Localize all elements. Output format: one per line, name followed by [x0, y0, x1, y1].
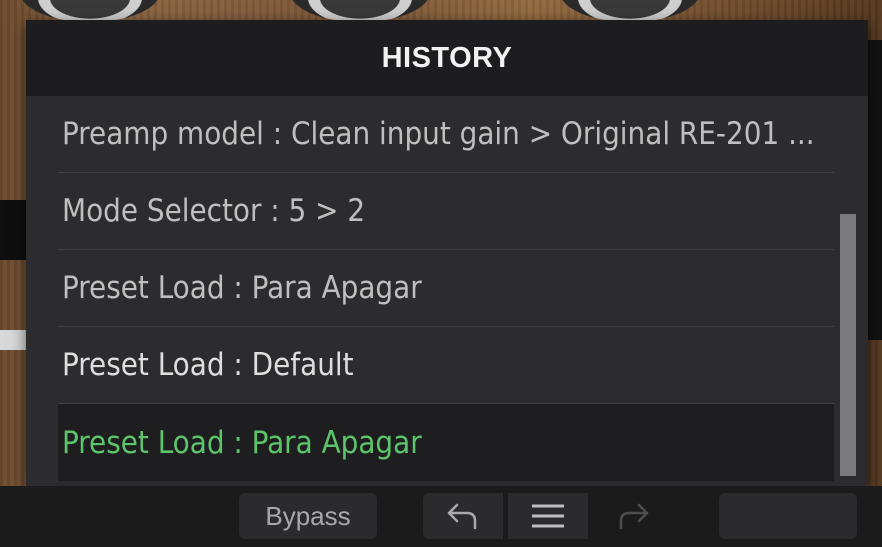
- history-item[interactable]: Preset Load : Para Apagar: [58, 250, 834, 327]
- bottom-toolbar: Bypass: [0, 486, 882, 547]
- menu-icon: [532, 504, 564, 528]
- background-panel-edge: [866, 40, 882, 340]
- undo-icon: [447, 503, 477, 530]
- history-scrollbar[interactable]: [840, 214, 856, 476]
- undo-button[interactable]: [423, 493, 503, 539]
- history-title: HISTORY: [381, 41, 513, 74]
- toolbar-button[interactable]: [719, 493, 857, 539]
- history-item-current[interactable]: Preset Load : Para Apagar: [58, 404, 834, 481]
- history-panel: HISTORY Preamp model : Clean input gain …: [26, 20, 868, 486]
- history-list: Preamp model : Clean input gain > Origin…: [58, 96, 834, 481]
- history-item[interactable]: Preamp model : Clean input gain > Origin…: [58, 96, 834, 173]
- background-panel-edge: [0, 200, 26, 260]
- history-header: HISTORY: [26, 20, 868, 96]
- redo-button[interactable]: [593, 493, 673, 539]
- history-menu-button[interactable]: [508, 493, 588, 539]
- history-item[interactable]: Preset Load : Default: [58, 327, 834, 404]
- bypass-button[interactable]: Bypass: [239, 493, 377, 539]
- redo-icon: [619, 503, 649, 530]
- background-panel-edge: [0, 330, 26, 350]
- history-item[interactable]: Mode Selector : 5 > 2: [58, 173, 834, 250]
